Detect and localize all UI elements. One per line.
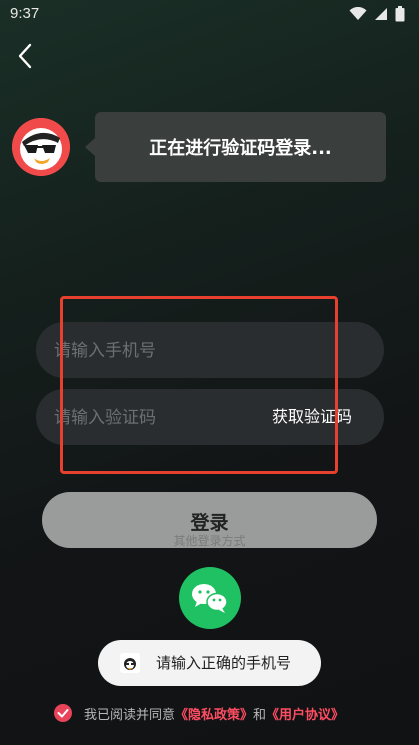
other-login-label: 其他登录方式 [173,534,246,548]
battery-icon [395,6,405,22]
signal-icon [375,8,387,20]
status-icons [349,6,405,22]
status-bar: 9:37 [0,0,419,30]
status-time: 9:37 [10,5,40,22]
toast-message: 请输入正确的手机号 [98,640,321,686]
agreement-row: 我已阅读并同意 《隐私政策》 和 《用户协议》 [54,703,344,723]
bubble-text: 正在进行验证码登录... [149,138,332,159]
agree-checkbox[interactable] [54,704,72,722]
login-button-label: 登录 [190,512,229,534]
back-button[interactable] [12,40,40,72]
user-agreement-link[interactable]: 《用户协议》 [266,704,344,723]
chevron-left-icon [18,43,32,69]
toast-text: 请输入正确的手机号 [156,654,292,672]
agreement-prefix: 我已阅读并同意 [84,707,176,723]
assistant-bubble: 正在进行验证码登录... [85,112,386,182]
wechat-icon [192,584,228,613]
assistant-avatar [12,118,70,176]
wechat-login-button[interactable] [179,567,241,629]
check-icon [57,709,69,718]
wifi-icon [349,7,367,20]
highlight-box [60,296,338,474]
duck-mascot-icon [12,118,70,176]
privacy-policy-link[interactable]: 《隐私政策》 [175,704,253,723]
agreement-conjunction: 和 [253,707,267,723]
app-logo-icon [120,653,140,673]
